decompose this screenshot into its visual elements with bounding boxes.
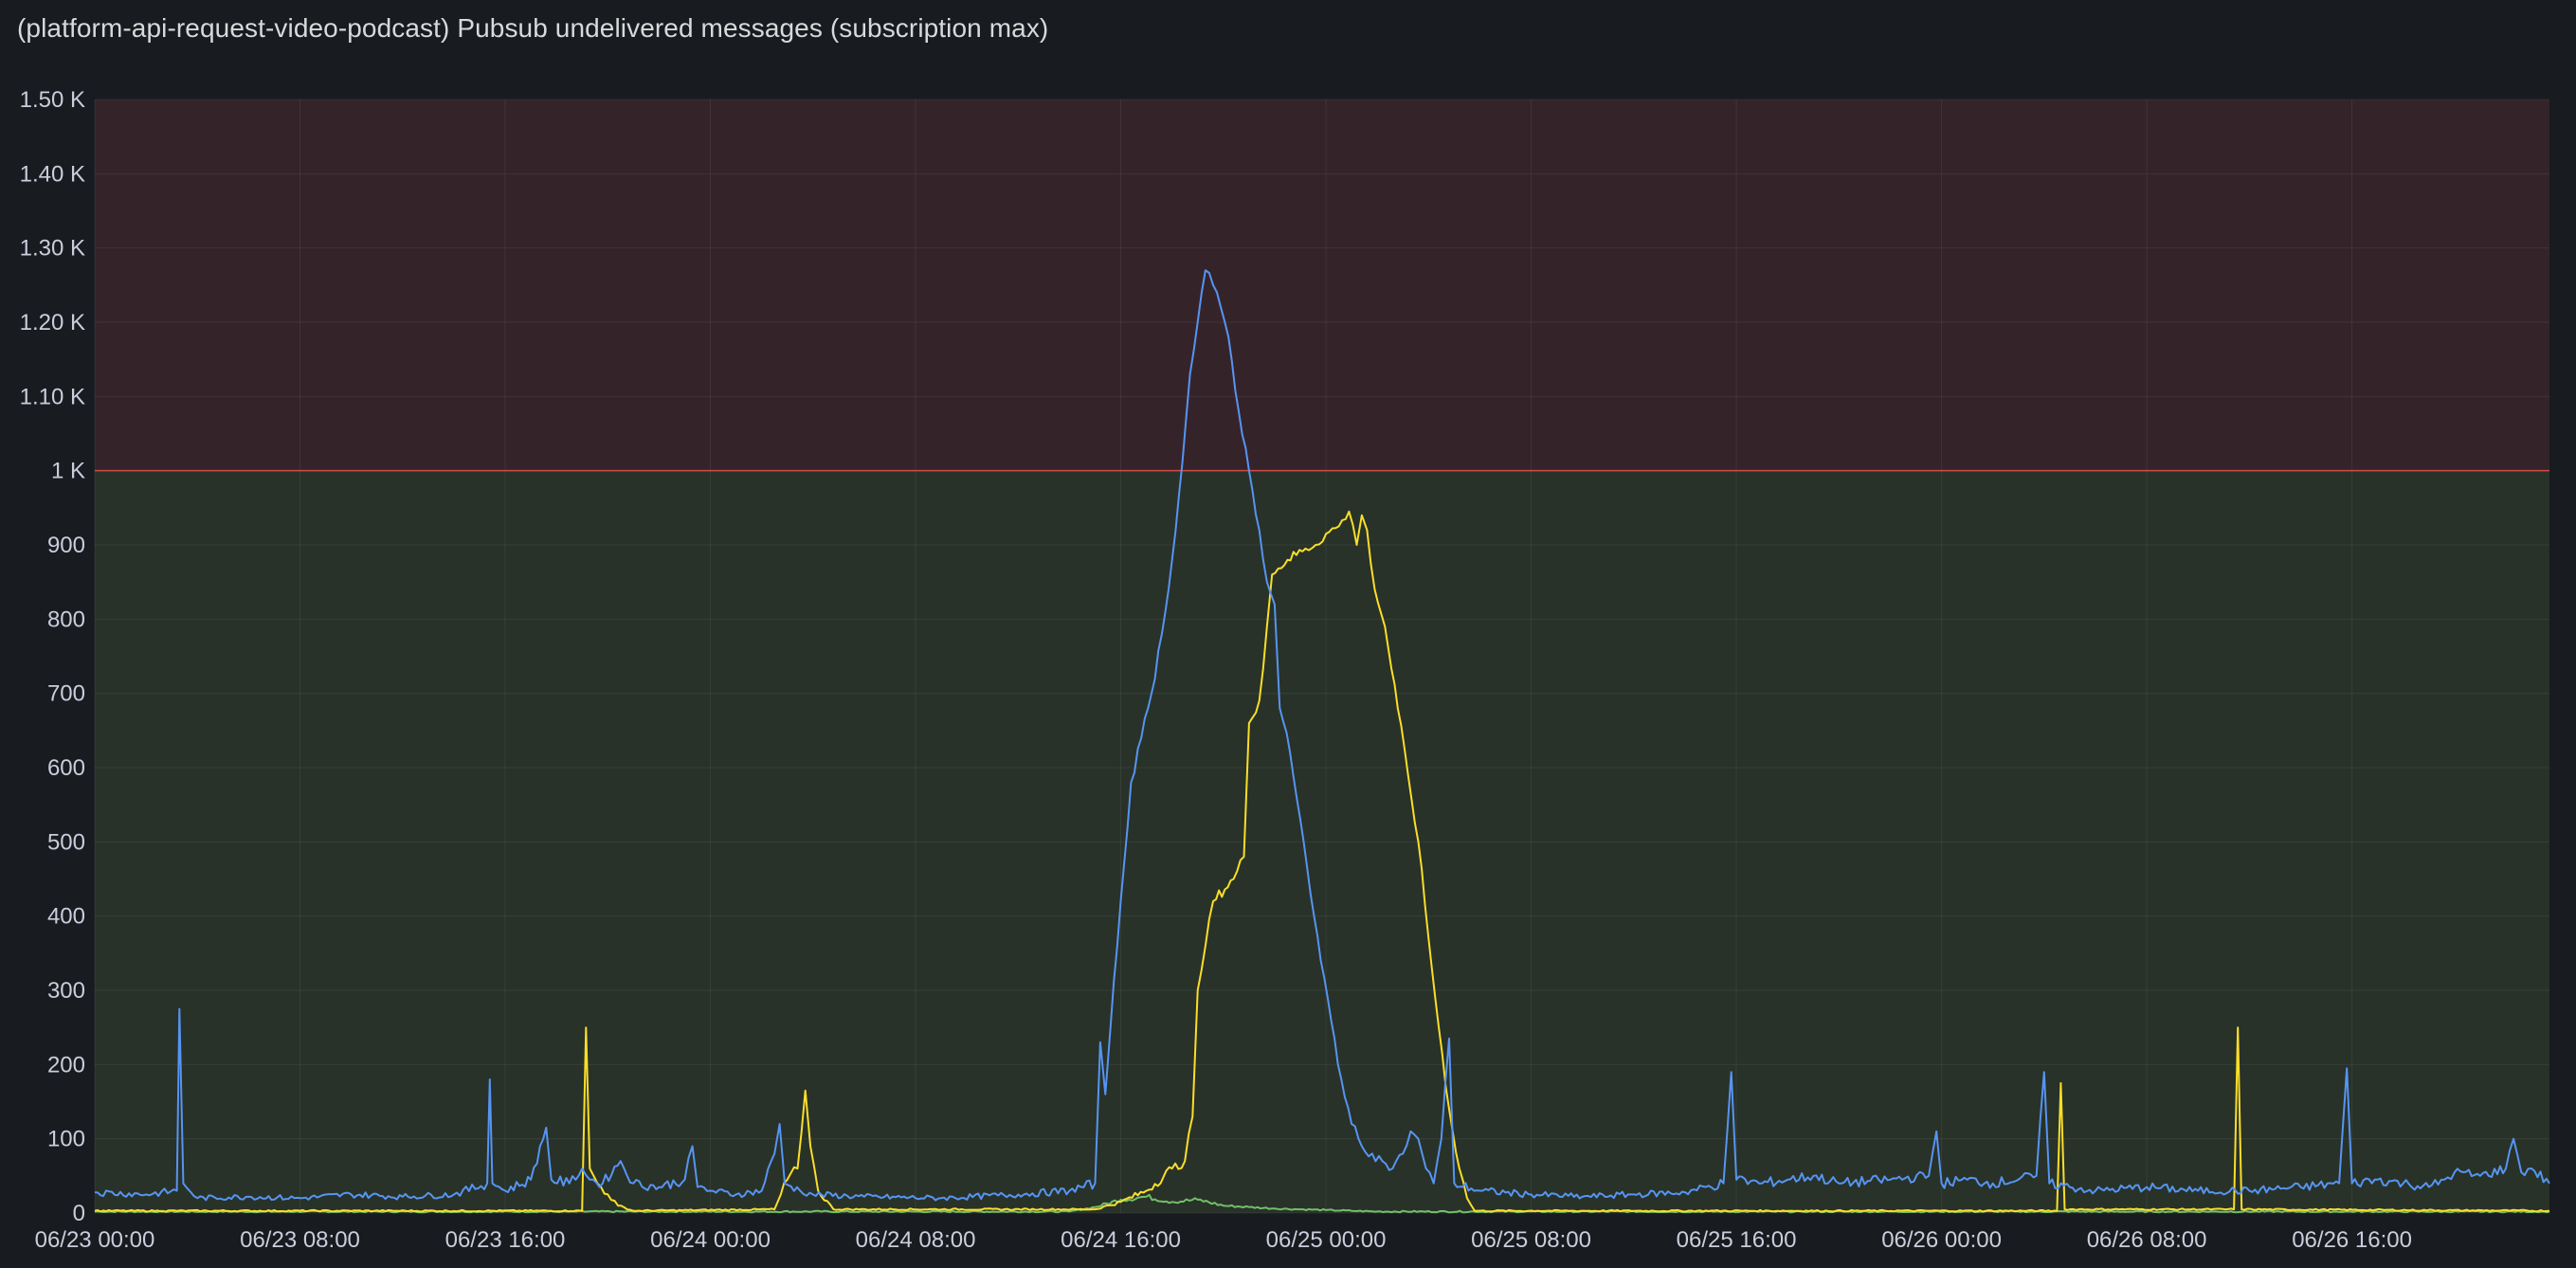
y-tick-label: 700 [47, 681, 85, 707]
y-tick-label: 1.20 K [20, 310, 85, 335]
x-tick-label: 06/24 08:00 [856, 1227, 976, 1253]
x-tick-label: 06/25 16:00 [1677, 1227, 1797, 1253]
x-tick-label: 06/24 16:00 [1061, 1227, 1181, 1253]
y-tick-label: 300 [47, 978, 85, 1004]
threshold-zones [95, 100, 2549, 1214]
y-tick-label: 600 [47, 755, 85, 781]
y-tick-label: 200 [47, 1052, 85, 1078]
y-tick-label: 100 [47, 1127, 85, 1152]
x-tick-label: 06/25 00:00 [1266, 1227, 1387, 1253]
y-axis-ticks: 0 100 200 300 400 500 600 700 800 900 1 K 1.10 K 1.2… [20, 87, 85, 1226]
y-tick-label: 1 K [51, 459, 85, 484]
x-tick-label: 06/23 08:00 [240, 1227, 360, 1253]
x-axis-ticks: 06/23 00:00 06/23 08:00 06/23 16:00 06/24 0… [35, 1227, 2412, 1253]
x-tick-label: 06/26 16:00 [2292, 1227, 2412, 1253]
y-tick-label: 400 [47, 904, 85, 930]
y-tick-label: 800 [47, 607, 85, 632]
y-tick-label: 500 [47, 829, 85, 855]
y-tick-label: 1.40 K [20, 161, 85, 187]
x-tick-label: 06/25 08:00 [1471, 1227, 1591, 1253]
y-tick-label: 900 [47, 533, 85, 558]
y-tick-label: 1.50 K [20, 87, 85, 113]
y-tick-label: 1.10 K [20, 384, 85, 409]
x-tick-label: 06/26 00:00 [1881, 1227, 2002, 1253]
y-tick-label: 0 [73, 1201, 85, 1226]
x-tick-label: 06/23 00:00 [35, 1227, 155, 1253]
x-tick-label: 06/24 00:00 [650, 1227, 771, 1253]
x-tick-label: 06/26 08:00 [2087, 1227, 2207, 1253]
y-tick-label: 1.30 K [20, 236, 85, 262]
x-tick-label: 06/23 16:00 [445, 1227, 566, 1253]
chart[interactable]: 0 100 200 300 400 500 600 700 800 900 1 K 1.10 K 1.2… [0, 0, 2576, 1268]
timeseries-panel: (platform-api-request-video-podcast) Pub… [0, 0, 2576, 1268]
above-threshold-zone [95, 100, 2549, 471]
